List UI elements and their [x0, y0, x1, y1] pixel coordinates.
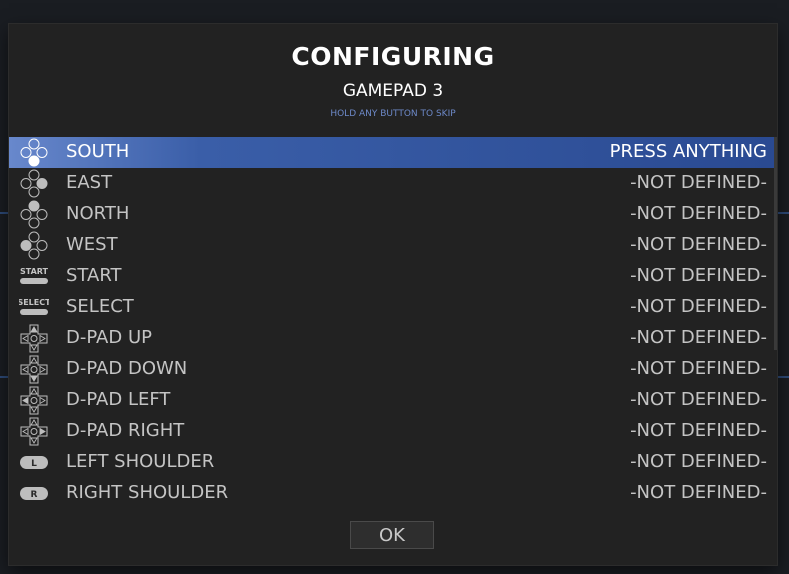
- dpad-down-icon: [19, 355, 49, 384]
- mapping-value: -NOT DEFINED-: [630, 296, 767, 317]
- list-scrollbar[interactable]: [774, 137, 777, 350]
- mapping-label: SOUTH: [66, 141, 130, 162]
- mapping-list[interactable]: SOUTH PRESS ANYTHING EAST -NOT DEFINED- …: [9, 137, 776, 511]
- mapping-label: EAST: [66, 172, 113, 193]
- mapping-value: -NOT DEFINED-: [630, 451, 767, 472]
- svg-text:START: START: [20, 267, 49, 276]
- ok-button[interactable]: OK: [350, 521, 434, 549]
- mapping-label: START: [66, 265, 122, 286]
- mapping-row-select[interactable]: SELECT SELECT -NOT DEFINED-: [9, 292, 776, 323]
- left-shoulder-icon: L: [19, 448, 49, 477]
- right-shoulder-icon: R: [19, 479, 49, 508]
- mapping-label: LEFT SHOULDER: [66, 451, 215, 472]
- dpad-up-icon: [19, 324, 49, 353]
- mapping-value: -NOT DEFINED-: [630, 265, 767, 286]
- dialog-subtitle: GAMEPAD 3: [342, 81, 444, 101]
- mapping-label: D-PAD LEFT: [66, 389, 171, 410]
- dialog-title: CONFIGURING: [291, 42, 495, 71]
- mapping-label: RIGHT SHOULDER: [66, 482, 229, 503]
- mapping-row-west[interactable]: WEST -NOT DEFINED-: [9, 230, 776, 261]
- face-button-east-icon: [19, 169, 49, 198]
- skip-hint: HOLD ANY BUTTON TO SKIP: [330, 109, 456, 119]
- mapping-row-dpad-down[interactable]: D-PAD DOWN -NOT DEFINED-: [9, 354, 776, 385]
- svg-text:SELECT: SELECT: [19, 298, 49, 307]
- mapping-label: D-PAD RIGHT: [66, 420, 185, 441]
- mapping-row-dpad-left[interactable]: D-PAD LEFT -NOT DEFINED-: [9, 385, 776, 416]
- dpad-left-icon: [19, 386, 49, 415]
- mapping-value: -NOT DEFINED-: [630, 420, 767, 441]
- mapping-row-dpad-right[interactable]: D-PAD RIGHT -NOT DEFINED-: [9, 416, 776, 447]
- face-button-south-icon: [19, 138, 49, 167]
- mapping-value: -NOT DEFINED-: [630, 482, 767, 503]
- mapping-row-east[interactable]: EAST -NOT DEFINED-: [9, 168, 776, 199]
- mapping-row-north[interactable]: NORTH -NOT DEFINED-: [9, 199, 776, 230]
- mapping-value: -NOT DEFINED-: [630, 327, 767, 348]
- mapping-row-south[interactable]: SOUTH PRESS ANYTHING: [9, 137, 776, 168]
- mapping-row-right-shoulder[interactable]: R RIGHT SHOULDER -NOT DEFINED-: [9, 478, 776, 509]
- face-button-north-icon: [19, 200, 49, 229]
- select-button-icon: SELECT: [19, 293, 49, 322]
- mapping-value: -NOT DEFINED-: [630, 172, 767, 193]
- face-button-west-icon: [19, 231, 49, 260]
- mapping-row-left-shoulder[interactable]: L LEFT SHOULDER -NOT DEFINED-: [9, 447, 776, 478]
- mapping-value: -NOT DEFINED-: [630, 389, 767, 410]
- mapping-value: -NOT DEFINED-: [630, 358, 767, 379]
- mapping-label: NORTH: [66, 203, 130, 224]
- start-button-icon: START: [19, 262, 49, 291]
- mapping-label: SELECT: [66, 296, 134, 317]
- mapping-label: D-PAD UP: [66, 327, 152, 348]
- mapping-label: WEST: [66, 234, 118, 255]
- svg-text:L: L: [31, 459, 37, 469]
- mapping-value: PRESS ANYTHING: [609, 141, 767, 162]
- mapping-row-start[interactable]: START START -NOT DEFINED-: [9, 261, 776, 292]
- dpad-right-icon: [19, 417, 49, 446]
- configure-gamepad-dialog: CONFIGURING GAMEPAD 3 HOLD ANY BUTTON TO…: [9, 24, 777, 565]
- mapping-value: -NOT DEFINED-: [630, 203, 767, 224]
- mapping-value: -NOT DEFINED-: [630, 234, 767, 255]
- mapping-label: D-PAD DOWN: [66, 358, 188, 379]
- mapping-row-dpad-up[interactable]: D-PAD UP -NOT DEFINED-: [9, 323, 776, 354]
- svg-text:R: R: [31, 490, 38, 500]
